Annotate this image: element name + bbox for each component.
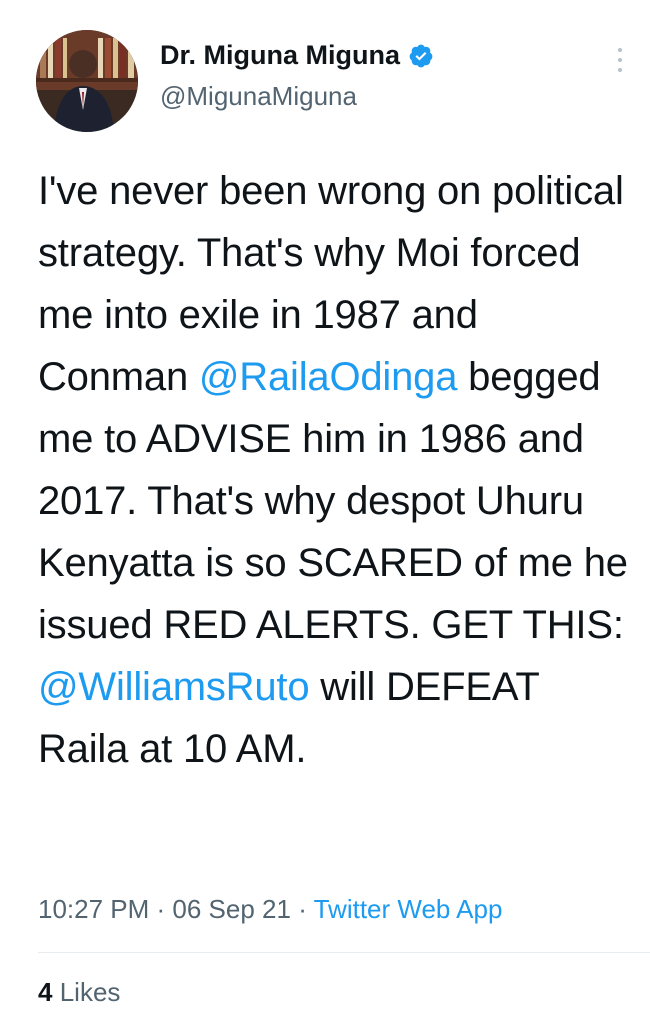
author-avatar[interactable] <box>36 30 138 132</box>
mention-link-raila[interactable]: @RailaOdinga <box>199 355 458 399</box>
more-options-icon[interactable] <box>613 42 627 78</box>
tweet-detail: Dr. Miguna Miguna @MigunaMiguna I've nev… <box>0 0 650 1031</box>
likes-stat[interactable]: 4 Likes <box>38 977 120 1008</box>
mention-link-ruto[interactable]: @WilliamsRuto <box>38 665 310 709</box>
tweet-metadata: 10:27 PM · 06 Sep 21 · Twitter Web App <box>38 894 502 925</box>
likes-count: 4 <box>38 977 53 1007</box>
author-handle[interactable]: @MigunaMiguna <box>160 81 434 112</box>
tweet-source-link[interactable]: Twitter Web App <box>314 894 503 924</box>
avatar-photo-icon <box>36 30 138 132</box>
verified-badge-icon <box>408 43 434 69</box>
tweet-text: I've never been wrong on political strat… <box>38 160 638 780</box>
tweet-time[interactable]: 10:27 PM <box>38 894 149 924</box>
author-block: Dr. Miguna Miguna @MigunaMiguna <box>160 40 434 112</box>
author-name-row: Dr. Miguna Miguna <box>160 40 434 71</box>
divider <box>38 952 650 953</box>
likes-label: Likes <box>59 977 121 1007</box>
tweet-date[interactable]: 06 Sep 21 <box>172 894 291 924</box>
author-display-name[interactable]: Dr. Miguna Miguna <box>160 40 400 71</box>
meta-separator: · <box>290 894 314 924</box>
meta-separator: · <box>149 894 173 924</box>
